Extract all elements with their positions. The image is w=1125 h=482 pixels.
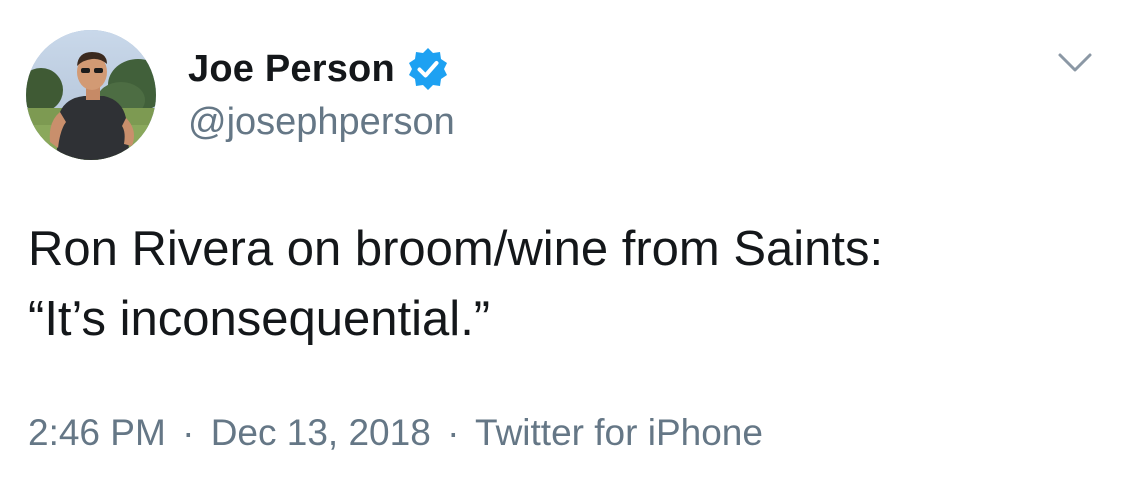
tweet-text-line: Ron Rivera on broom/wine from Saints: [28,222,884,276]
author-name-row[interactable]: Joe Person [188,46,451,92]
tweet-text: Ron Rivera on broom/wine from Saints: “I… [28,214,1108,354]
meta-separator: · [447,412,460,453]
avatar[interactable] [26,30,156,160]
tweet-source[interactable]: Twitter for iPhone [475,412,763,453]
verified-badge-icon [405,46,451,92]
tweet-meta: 2:46 PM · Dec 13, 2018 · Twitter for iPh… [28,412,763,454]
author-handle[interactable]: @josephperson [188,101,455,144]
tweet-card: Joe Person @josephperson Ron Rivera on b… [0,0,1125,482]
avatar-image [26,30,156,160]
display-name[interactable]: Joe Person [188,48,395,91]
chevron-down-icon[interactable] [1057,50,1093,76]
meta-separator: · [182,412,195,453]
tweet-time[interactable]: 2:46 PM [28,412,166,453]
tweet-text-line: “It’s inconsequential.” [28,292,491,346]
tweet-date[interactable]: Dec 13, 2018 [211,412,431,453]
